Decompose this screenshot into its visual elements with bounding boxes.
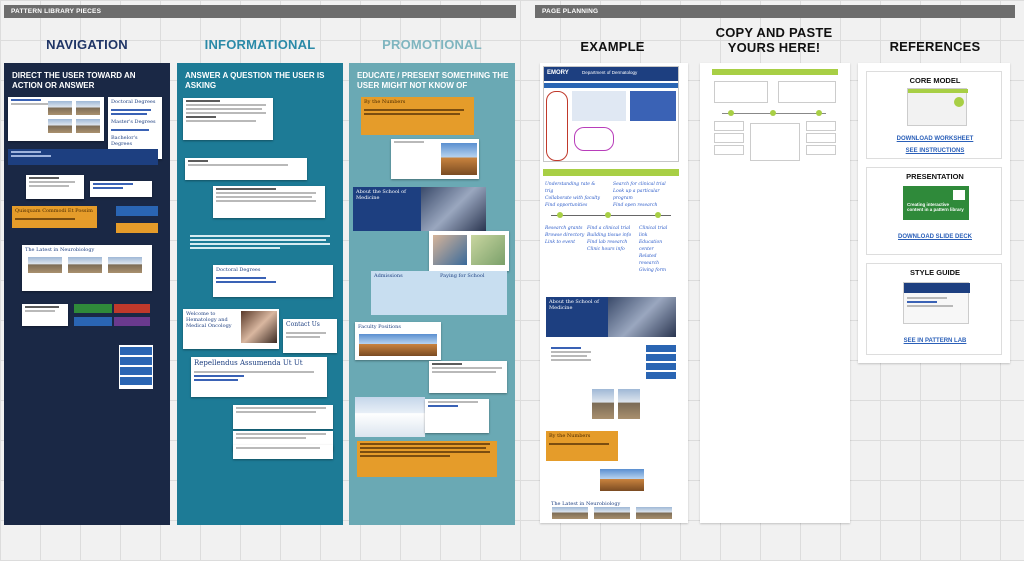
promo-snow-text[interactable] xyxy=(425,399,489,433)
section-label: PAGE PLANNING xyxy=(542,8,599,15)
faculty-positions-card[interactable]: Faculty Positions xyxy=(355,322,441,360)
example-latest-card[interactable]: The Latest in Neurobiology xyxy=(548,499,676,521)
promotional-column-description: EDUCATE / PRESENT SOMETHING THE USER MIG… xyxy=(357,71,509,90)
promotional-column-title: PROMOTIONAL xyxy=(382,37,482,52)
repellendus-title: Repellendus Assumenda Ut Ut xyxy=(194,359,303,367)
nav-blue-link-bar[interactable] xyxy=(8,149,158,165)
blank-core-model-worksheet[interactable] xyxy=(712,69,838,169)
core-model-card: CORE MODEL DOWNLOAD WORKSHEET SEE INSTRU… xyxy=(866,71,1002,159)
example-column-title: EXAMPLE xyxy=(580,39,645,54)
welcome-hematology-card[interactable]: Welcome to Hematology and Medical Oncolo… xyxy=(183,309,279,349)
nav-links-card[interactable] xyxy=(90,181,152,197)
quisquam-title: Quisquam Commodi Et Possim xyxy=(15,208,93,214)
welcome-title: Welcome to Hematology and Medical Oncolo… xyxy=(186,311,232,329)
presentation-title: PRESENTATION xyxy=(906,172,964,181)
info-numbers-table[interactable] xyxy=(213,186,325,218)
promo-desert-card[interactable] xyxy=(391,139,479,179)
nav-purple-tag[interactable] xyxy=(114,317,150,326)
informational-column-title: INFORMATIONAL xyxy=(204,37,316,52)
style-guide-card: STYLE GUIDE SEE IN PATTERN LAB xyxy=(866,263,1002,355)
nav-small-text-card[interactable] xyxy=(22,304,68,326)
promotional-column: EDUCATE / PRESENT SOMETHING THE USER MIG… xyxy=(349,63,515,525)
copy-paste-column-title: COPY AND PASTE YOURS HERE! xyxy=(715,25,833,55)
info-list-card-3[interactable] xyxy=(233,445,333,459)
info-list-card-1[interactable] xyxy=(233,405,333,429)
see-in-pattern-lab-link[interactable]: SEE IN PATTERN LAB xyxy=(867,338,1003,344)
example-about-title: About the School of Medicine xyxy=(549,299,599,311)
info-text-card[interactable] xyxy=(183,98,273,140)
copy-paste-panel xyxy=(700,63,850,523)
latest-title: The Latest in Neurobiology xyxy=(25,247,95,253)
paying-title: Paying for School xyxy=(440,273,485,279)
informational-column: ANSWER A QUESTION THE USER IS ASKING Doc… xyxy=(177,63,343,525)
example-core-model-sheet: Understanding rate & trig Collaborate wit… xyxy=(543,169,679,273)
latest-neurobiology-card[interactable]: The Latest in Neurobiology xyxy=(22,245,152,291)
references-column-title: REFERENCES xyxy=(889,39,981,54)
info-paragraph xyxy=(187,233,335,259)
example-about-banner[interactable]: About the School of Medicine xyxy=(546,297,676,337)
example-link-columns xyxy=(548,345,644,377)
admissions-paying-card[interactable]: Admissions Paying for School xyxy=(371,271,507,315)
repellendus-card[interactable]: Repellendus Assumenda Ut Ut xyxy=(191,357,327,397)
quisquam-banner[interactable]: Quisquam Commodi Et Possim xyxy=(12,206,97,228)
bachelors-degrees-heading: Bachelor's Degrees xyxy=(111,135,138,147)
download-worksheet-link[interactable]: DOWNLOAD WORKSHEET xyxy=(867,136,1003,142)
department-name: Department of Dermatology xyxy=(582,70,638,75)
promo-orange-quote[interactable] xyxy=(357,441,497,477)
references-panel: CORE MODEL DOWNLOAD WORKSHEET SEE INSTRU… xyxy=(858,63,1010,363)
about-title: About the School of Medicine xyxy=(356,189,406,201)
example-panel: EMORY Department of Dermatology Understa… xyxy=(540,63,688,523)
nav-blue-tag[interactable] xyxy=(74,317,112,326)
nav-red-tag[interactable] xyxy=(114,304,150,313)
section-label: PATTERN LIBRARY PIECES xyxy=(11,8,102,15)
see-instructions-link[interactable]: SEE INSTRUCTIONS xyxy=(867,148,1003,154)
contact-us-card[interactable]: Contact Us xyxy=(283,319,337,353)
nav-green-tag[interactable] xyxy=(74,304,112,313)
promo-photos-card[interactable] xyxy=(429,231,509,271)
example-numbers-card[interactable]: By the Numbers xyxy=(546,431,618,461)
core-model-title: CORE MODEL xyxy=(909,76,961,85)
promo-snow-image xyxy=(355,397,425,437)
nav-orange-button[interactable] xyxy=(116,223,158,233)
example-numbers-title: By the Numbers xyxy=(549,433,591,439)
doctoral-degrees-card[interactable]: Doctoral Degrees xyxy=(213,265,333,297)
faculty-title: Faculty Positions xyxy=(358,324,401,330)
navigation-column: DIRECT THE USER TOWARD AN ACTION OR ANSW… xyxy=(4,63,170,525)
section-bar-page-planning: PAGE PLANNING xyxy=(535,5,1015,18)
promo-two-up-card[interactable] xyxy=(429,361,507,393)
masters-degrees-heading: Master's Degrees xyxy=(111,119,156,125)
example-side-menu[interactable] xyxy=(646,345,676,379)
nav-side-menu[interactable] xyxy=(119,345,153,389)
example-homepage-mock: EMORY Department of Dermatology xyxy=(543,66,679,162)
info-stat-strip[interactable] xyxy=(185,158,307,180)
doctoral-degrees-heading: Doctoral Degrees xyxy=(111,99,156,105)
contact-title: Contact Us xyxy=(286,321,320,328)
emory-logo-text: EMORY xyxy=(547,70,569,76)
style-guide-title: STYLE GUIDE xyxy=(909,268,960,277)
about-school-banner[interactable]: About the School of Medicine xyxy=(353,187,486,231)
navigation-column-title: NAVIGATION xyxy=(46,37,128,52)
download-slide-deck-link[interactable]: DOWNLOAD SLIDE DECK xyxy=(867,234,1003,240)
doctoral-degrees-title: Doctoral Degrees xyxy=(216,267,261,273)
navigation-column-description: DIRECT THE USER TOWARD AN ACTION OR ANSW… xyxy=(12,71,136,90)
section-bar-pattern-library: PATTERN LIBRARY PIECES xyxy=(4,5,516,18)
nav-text-card[interactable] xyxy=(26,175,84,199)
numbers-title: By the Numbers xyxy=(364,99,406,105)
nav-blue-button[interactable] xyxy=(116,206,158,216)
presentation-caption: Creating interactive content in a patter… xyxy=(907,202,964,212)
by-the-numbers-card[interactable]: By the Numbers xyxy=(361,97,474,135)
nav-card-thumbnails[interactable] xyxy=(8,97,104,141)
informational-column-description: ANSWER A QUESTION THE USER IS ASKING xyxy=(185,71,325,90)
presentation-card: PRESENTATION Creating interactive conten… xyxy=(866,167,1002,255)
